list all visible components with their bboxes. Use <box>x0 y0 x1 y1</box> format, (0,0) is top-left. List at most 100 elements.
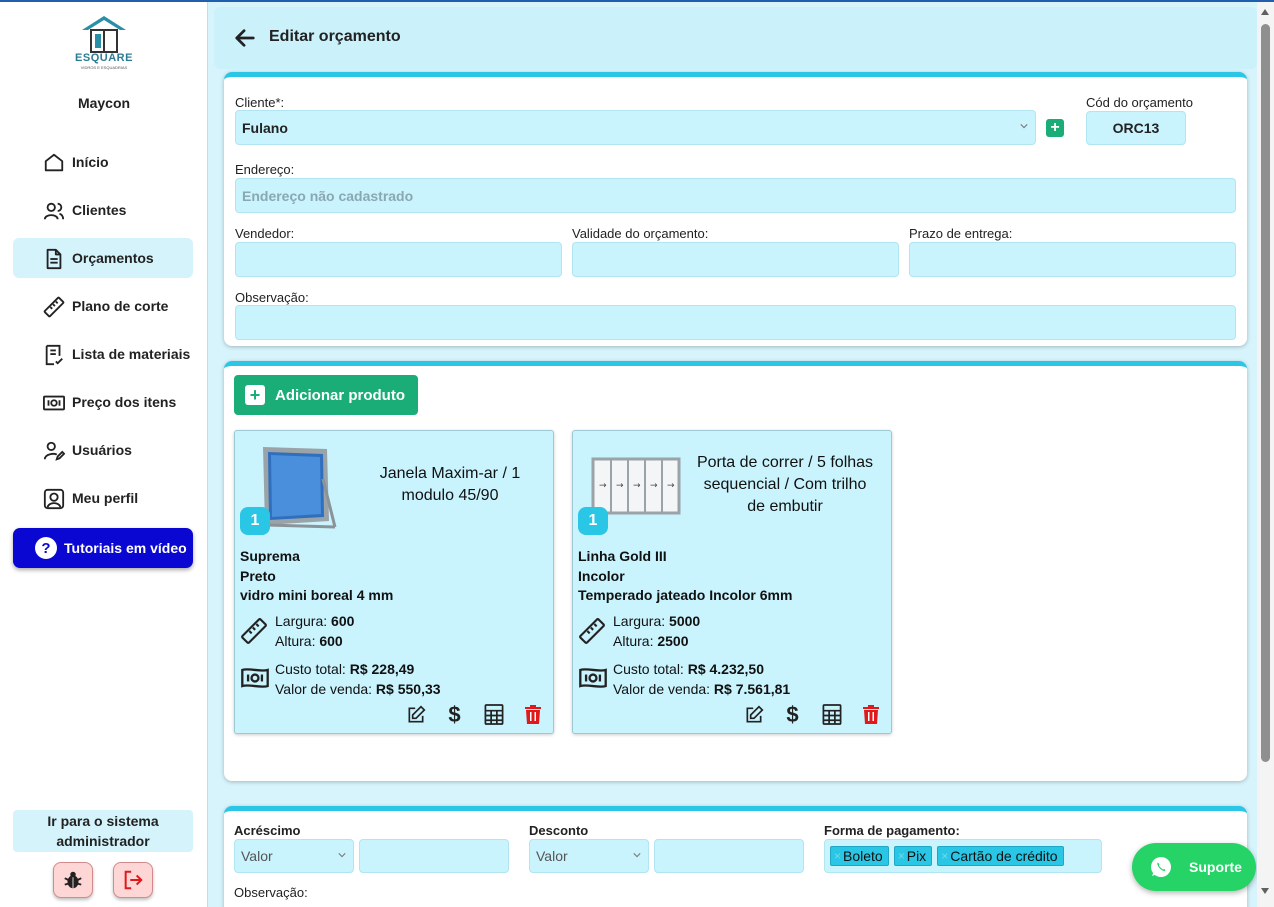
product-title: Porta de correr / 5 folhas sequencial / … <box>696 454 874 515</box>
back-arrow-icon[interactable] <box>234 27 256 49</box>
discount-label: Desconto <box>529 823 589 838</box>
bug-report-button[interactable] <box>53 862 93 898</box>
remove-icon[interactable]: × <box>898 849 905 863</box>
edit-icon[interactable] <box>743 704 764 725</box>
calculator-icon[interactable] <box>821 704 842 725</box>
edit-icon[interactable] <box>405 704 426 725</box>
sidebar-item-label: Usuários <box>72 442 132 458</box>
client-value: Fulano <box>242 119 288 136</box>
username: Maycon <box>77 95 131 111</box>
page-title: Editar orçamento <box>269 28 401 45</box>
scroll-down-arrow-icon[interactable] <box>1261 888 1269 894</box>
quantity-badge: 1 <box>578 507 608 535</box>
logout-button[interactable] <box>113 862 153 898</box>
surcharge-value-field[interactable] <box>359 839 509 873</box>
product-card[interactable]: Janela Maxim-ar / 1 modulo 45/90 1 Supre… <box>234 430 554 734</box>
quantity-badge: 1 <box>240 507 270 535</box>
client-label: Cliente*: <box>235 95 285 110</box>
tutorials-label: Tutoriais em vídeo <box>64 540 187 556</box>
logo-text: ESQUARE <box>75 52 133 64</box>
delivery-label: Prazo de entrega: <box>909 226 1013 241</box>
product-specs: Suprema Preto vidro mini boreal 4 mm <box>240 548 394 603</box>
sidebar-item-usuarios[interactable]: Usuários <box>13 430 193 470</box>
product-dimensions: Largura: 5000 Altura: 2500 <box>613 613 701 649</box>
money-icon <box>241 668 269 688</box>
sidebar-item-orcamentos[interactable]: Orçamentos <box>13 238 193 278</box>
main-content: Editar orçamento Cliente*: Fulano + Cód … <box>214 7 1257 907</box>
sidebar-nav: Início Clientes Orçamentos Plano de cort… <box>13 142 193 526</box>
product-card[interactable]: → → → → → Porta de correr / 5 folhas seq… <box>572 430 892 734</box>
payment-tag-pix[interactable]: × Pix <box>893 846 933 866</box>
payment-method-select[interactable]: × Boleto × Pix × Cartão de crédito <box>824 839 1102 873</box>
validity-label: Validade do orçamento: <box>572 226 709 241</box>
add-client-button[interactable]: + <box>1046 119 1064 137</box>
dollar-icon[interactable]: $ <box>444 702 465 727</box>
product-actions: $ <box>743 702 881 727</box>
product-costs: Custo total: R$ 228,49 Valor de venda: R… <box>275 661 441 697</box>
ruler-icon <box>241 618 267 644</box>
product-costs: Custo total: R$ 4.232,50 Valor de venda:… <box>613 661 791 697</box>
admin-system-link[interactable]: Ir para o sistema administrador <box>13 810 193 852</box>
product-actions: $ <box>405 702 543 727</box>
svg-text:→: → <box>599 481 607 491</box>
seller-field[interactable] <box>235 242 562 277</box>
scrollbar[interactable] <box>1257 2 1274 907</box>
tutorials-button[interactable]: ? Tutoriais em vídeo <box>13 528 193 568</box>
logout-icon <box>124 870 143 890</box>
trash-icon[interactable] <box>522 704 543 725</box>
document-icon <box>46 248 62 270</box>
payment-tag-boleto[interactable]: × Boleto <box>830 846 889 866</box>
sidebar-item-preco-dos-itens[interactable]: Preço dos itens <box>13 382 193 422</box>
address-field[interactable]: Endereço não cadastrado <box>235 178 1236 213</box>
remove-icon[interactable]: × <box>941 849 948 863</box>
observation-field[interactable] <box>235 305 1236 340</box>
client-select[interactable]: Fulano <box>235 110 1036 145</box>
sidebar-item-label: Preço dos itens <box>72 394 177 410</box>
address-label: Endereço: <box>235 162 295 177</box>
payment-card: Acréscimo Valor Desconto Valor Forma de … <box>224 806 1247 907</box>
admin-line2: administrador <box>56 833 150 849</box>
dollar-icon[interactable]: $ <box>782 702 803 727</box>
add-product-button[interactable]: + Adicionar produto <box>234 375 418 415</box>
sidebar-item-meu-perfil[interactable]: Meu perfil <box>13 478 193 518</box>
support-button[interactable]: Suporte <box>1132 843 1256 891</box>
payment-tag-cartao[interactable]: × Cartão de crédito <box>937 846 1064 866</box>
calculator-icon[interactable] <box>483 704 504 725</box>
svg-text:→: → <box>616 481 624 491</box>
user-edit-icon <box>43 441 65 461</box>
plus-icon: + <box>245 385 265 405</box>
code-label: Cód do orçamento <box>1086 95 1193 110</box>
page-header: Editar orçamento <box>214 7 1257 69</box>
scrollbar-thumb[interactable] <box>1261 24 1270 762</box>
payment-observation-label: Observação: <box>234 885 308 900</box>
sidebar-item-inicio[interactable]: Início <box>13 142 193 182</box>
code-value: ORC13 <box>1112 120 1160 136</box>
discount-type-select[interactable]: Valor <box>529 839 649 873</box>
sidebar-item-lista-de-materiais[interactable]: Lista de materiais <box>13 334 193 374</box>
remove-icon[interactable]: × <box>834 849 841 863</box>
sidebar-item-label: Clientes <box>72 202 127 218</box>
sidebar-item-label: Meu perfil <box>72 490 139 506</box>
validity-field[interactable] <box>572 242 899 277</box>
sidebar-item-label: Início <box>72 154 109 170</box>
client-form-card: Cliente*: Fulano + Cód do orçamento ORC1… <box>224 72 1247 346</box>
ruler-icon <box>43 296 65 318</box>
payment-method-label: Forma de pagamento: <box>824 823 960 838</box>
scroll-up-arrow-icon[interactable] <box>1261 9 1269 15</box>
observation-label: Observação: <box>235 290 309 305</box>
sidebar: ESQUARE VIDROS E ESQUADRIAS Maycon Iníci… <box>0 2 208 907</box>
whatsapp-icon <box>1151 857 1171 877</box>
sidebar-item-plano-de-corte[interactable]: Plano de corte <box>13 286 193 326</box>
delivery-field[interactable] <box>909 242 1236 277</box>
trash-icon[interactable] <box>860 704 881 725</box>
chevron-down-icon <box>633 853 641 858</box>
svg-text:→: → <box>650 481 658 491</box>
bug-icon <box>64 871 82 889</box>
discount-value-field[interactable] <box>654 839 804 873</box>
svg-text:→: → <box>633 481 641 491</box>
support-label: Suporte <box>1189 859 1242 875</box>
admin-line1: Ir para o sistema <box>47 813 159 829</box>
sidebar-item-label: Orçamentos <box>72 250 154 266</box>
sidebar-item-clientes[interactable]: Clientes <box>13 190 193 230</box>
surcharge-type-select[interactable]: Valor <box>234 839 354 873</box>
